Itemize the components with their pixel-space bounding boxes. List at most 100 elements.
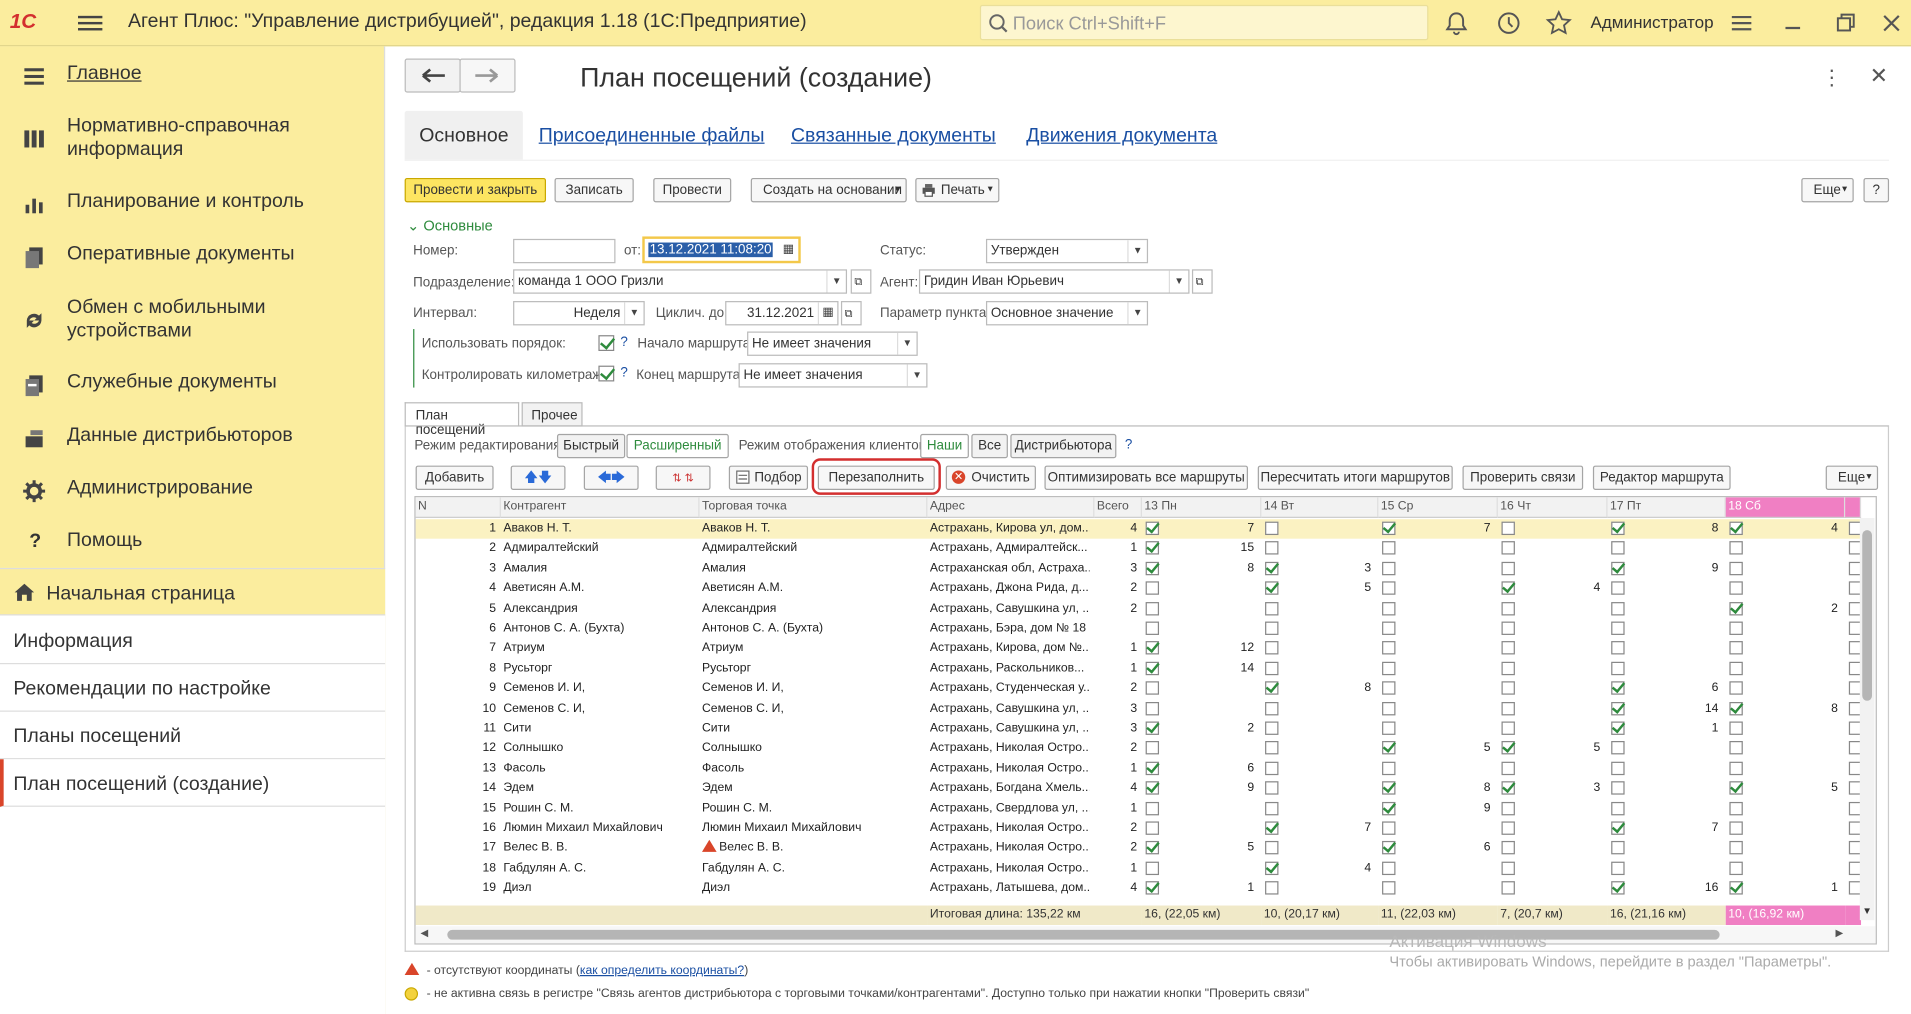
visit-checkbox[interactable]	[1382, 581, 1396, 595]
visit-checkbox[interactable]	[1382, 681, 1396, 695]
visit-checkbox[interactable]	[1501, 781, 1515, 795]
visit-checkbox[interactable]	[1145, 841, 1160, 855]
visit-checkbox[interactable]	[1611, 521, 1625, 536]
group-toggle[interactable]: ⌄ Основные	[407, 217, 493, 234]
visit-checkbox[interactable]	[1265, 881, 1279, 895]
date-field[interactable]: 13.12.2021 11:08:20 ▦	[642, 236, 801, 264]
visit-checkbox[interactable]	[1611, 781, 1625, 795]
create-based-on-button[interactable]: Создать на основании ▼	[750, 177, 907, 203]
tab-attached-files[interactable]: Присоединенные файлы	[524, 111, 779, 160]
visit-checkbox[interactable]	[1501, 861, 1515, 875]
sidebar-item-mobile-exchange[interactable]: Обмен с мобильными устройствами	[0, 296, 385, 345]
display-mode-distributor[interactable]: Дистрибьютора	[1010, 433, 1117, 459]
sidebar-item-main[interactable]: Главное	[0, 62, 385, 86]
refill-button[interactable]: Перезаполнить	[817, 465, 935, 490]
visit-checkbox[interactable]	[1382, 521, 1396, 536]
visit-checkbox[interactable]	[1729, 801, 1743, 815]
column-header-next-day[interactable]	[1845, 497, 1862, 518]
visit-checkbox[interactable]	[1729, 721, 1743, 735]
visit-checkbox[interactable]	[1611, 661, 1625, 675]
visit-checkbox[interactable]	[1265, 621, 1279, 635]
visit-checkbox[interactable]	[1729, 661, 1743, 675]
visit-checkbox[interactable]	[1501, 621, 1515, 635]
settings-menu-icon[interactable]	[1728, 10, 1755, 37]
tab-related-docs[interactable]: Связанные документы	[776, 111, 1010, 160]
route-end-select[interactable]: Не имеет значения ▼	[738, 363, 928, 388]
scroll-left-icon[interactable]: ◀	[420, 927, 428, 938]
km-control-help-icon[interactable]: ?	[620, 366, 627, 381]
visit-checkbox[interactable]	[1145, 601, 1160, 615]
visit-checkbox[interactable]	[1145, 781, 1160, 795]
table-row[interactable]: 19 Диэл Диэл Астрахань, Латышева, дом... 4 1 1…	[416, 879, 1863, 899]
table-row[interactable]: 7 Атриум Атриум Астрахань, Кирова, дом №...…	[416, 639, 1863, 659]
edit-mode-fast[interactable]: Быстрый	[556, 433, 626, 459]
visit-checkbox[interactable]	[1611, 681, 1625, 695]
main-menu-icon[interactable]	[78, 12, 103, 34]
table-row[interactable]: 11 Сити Сити Астрахань, Савушкина ул, ... 3 2…	[416, 719, 1863, 739]
table-row[interactable]: 15 Рошин С. М. Рошин С. М. Астрахань, Сверд…	[416, 799, 1863, 819]
visit-checkbox[interactable]	[1265, 821, 1279, 835]
visit-checkbox[interactable]	[1729, 861, 1743, 875]
visit-checkbox[interactable]	[1265, 761, 1279, 775]
visit-checkbox[interactable]	[1611, 541, 1625, 556]
table-row[interactable]: 3 Амалия Амалия Астраханская обл, Астраха..…	[416, 559, 1863, 579]
visit-checkbox[interactable]	[1382, 601, 1396, 615]
visit-plan-table[interactable]: N Контрагент Торговая точка Адрес Всего 13 Пн…	[414, 496, 1877, 945]
visit-checkbox[interactable]	[1611, 861, 1625, 875]
visit-checkbox[interactable]	[1611, 801, 1625, 815]
visit-checkbox[interactable]	[1501, 701, 1515, 715]
display-mode-all[interactable]: Все	[971, 433, 1008, 459]
visit-checkbox[interactable]	[1265, 541, 1279, 556]
visit-checkbox[interactable]	[1382, 781, 1396, 795]
star-icon[interactable]	[1545, 10, 1572, 37]
column-header-total[interactable]: Всего	[1094, 497, 1142, 518]
visit-checkbox[interactable]	[1501, 541, 1515, 556]
edit-mode-extended[interactable]: Расширенный	[626, 433, 729, 459]
open-agent-button[interactable]: ⧉	[1191, 269, 1213, 294]
visit-checkbox[interactable]	[1501, 741, 1515, 755]
visit-checkbox[interactable]	[1611, 841, 1625, 855]
scroll-down-icon[interactable]: ▼	[1862, 906, 1872, 917]
visit-checkbox[interactable]	[1382, 821, 1396, 835]
visit-checkbox[interactable]	[1265, 681, 1279, 695]
check-links-button[interactable]: Проверить связи	[1462, 465, 1584, 490]
clear-button[interactable]: ✕ Очистить	[945, 465, 1036, 490]
visit-checkbox[interactable]	[1382, 641, 1396, 655]
scroll-right-icon[interactable]: ▶	[1835, 927, 1843, 938]
visit-checkbox[interactable]	[1265, 521, 1279, 536]
visit-checkbox[interactable]	[1729, 781, 1743, 795]
column-header-day[interactable]: 16 Чт	[1497, 497, 1608, 518]
visit-checkbox[interactable]	[1265, 601, 1279, 615]
visit-checkbox[interactable]	[1729, 741, 1743, 755]
route-editor-button[interactable]: Редактор маршрута	[1592, 465, 1731, 490]
table-row[interactable]: 10 Семенов С. И, Семенов С. И, Астрахань, С…	[416, 699, 1863, 719]
how-to-define-coords-link[interactable]: как определить координаты?	[580, 964, 744, 977]
point-param-select[interactable]: Основное значение ▼	[985, 301, 1149, 326]
visit-checkbox[interactable]	[1265, 561, 1279, 576]
search-input[interactable]: Поиск Ctrl+Shift+F	[979, 4, 1429, 41]
move-left-right-buttons[interactable]: 🡄🡆	[583, 465, 639, 490]
column-header-address[interactable]: Адрес	[927, 497, 1095, 518]
optimize-routes-button[interactable]: Оптимизировать все маршруты	[1044, 465, 1248, 490]
nav-home[interactable]: Начальная страница	[0, 567, 386, 616]
visit-checkbox[interactable]	[1265, 861, 1279, 875]
visit-checkbox[interactable]	[1729, 601, 1743, 615]
km-control-checkbox[interactable]	[598, 365, 615, 382]
column-header-day[interactable]: 18 Сб	[1725, 497, 1846, 518]
visit-checkbox[interactable]	[1382, 661, 1396, 675]
sidebar-item-operational-docs[interactable]: Оперативные документы	[0, 243, 385, 269]
post-button[interactable]: Провести	[653, 177, 732, 203]
table-row[interactable]: 12 Солнышко Солнышко Астрахань, Николая Ост…	[416, 739, 1863, 759]
visit-checkbox[interactable]	[1265, 741, 1279, 755]
table-row[interactable]: 13 Фасоль Фасоль Астрахань, Николая Остро..…	[416, 759, 1863, 779]
calendar-icon[interactable]: ▦	[817, 302, 838, 325]
visit-checkbox[interactable]	[1501, 661, 1515, 675]
clear-date-button[interactable]: ⧉	[840, 301, 862, 326]
sidebar-item-planning[interactable]: Планирование и контроль	[0, 190, 385, 214]
route-start-select[interactable]: Не имеет значения ▼	[747, 331, 918, 356]
cyclic-until-field[interactable]: 31.12.2021 ▦	[725, 301, 839, 326]
table-row[interactable]: 1 Аваков Н. Т. Аваков Н. Т. Астрахань, Киро…	[415, 519, 1863, 540]
visit-checkbox[interactable]	[1611, 721, 1625, 735]
pick-button[interactable]: Подбор	[728, 465, 809, 490]
visit-checkbox[interactable]	[1611, 641, 1625, 655]
